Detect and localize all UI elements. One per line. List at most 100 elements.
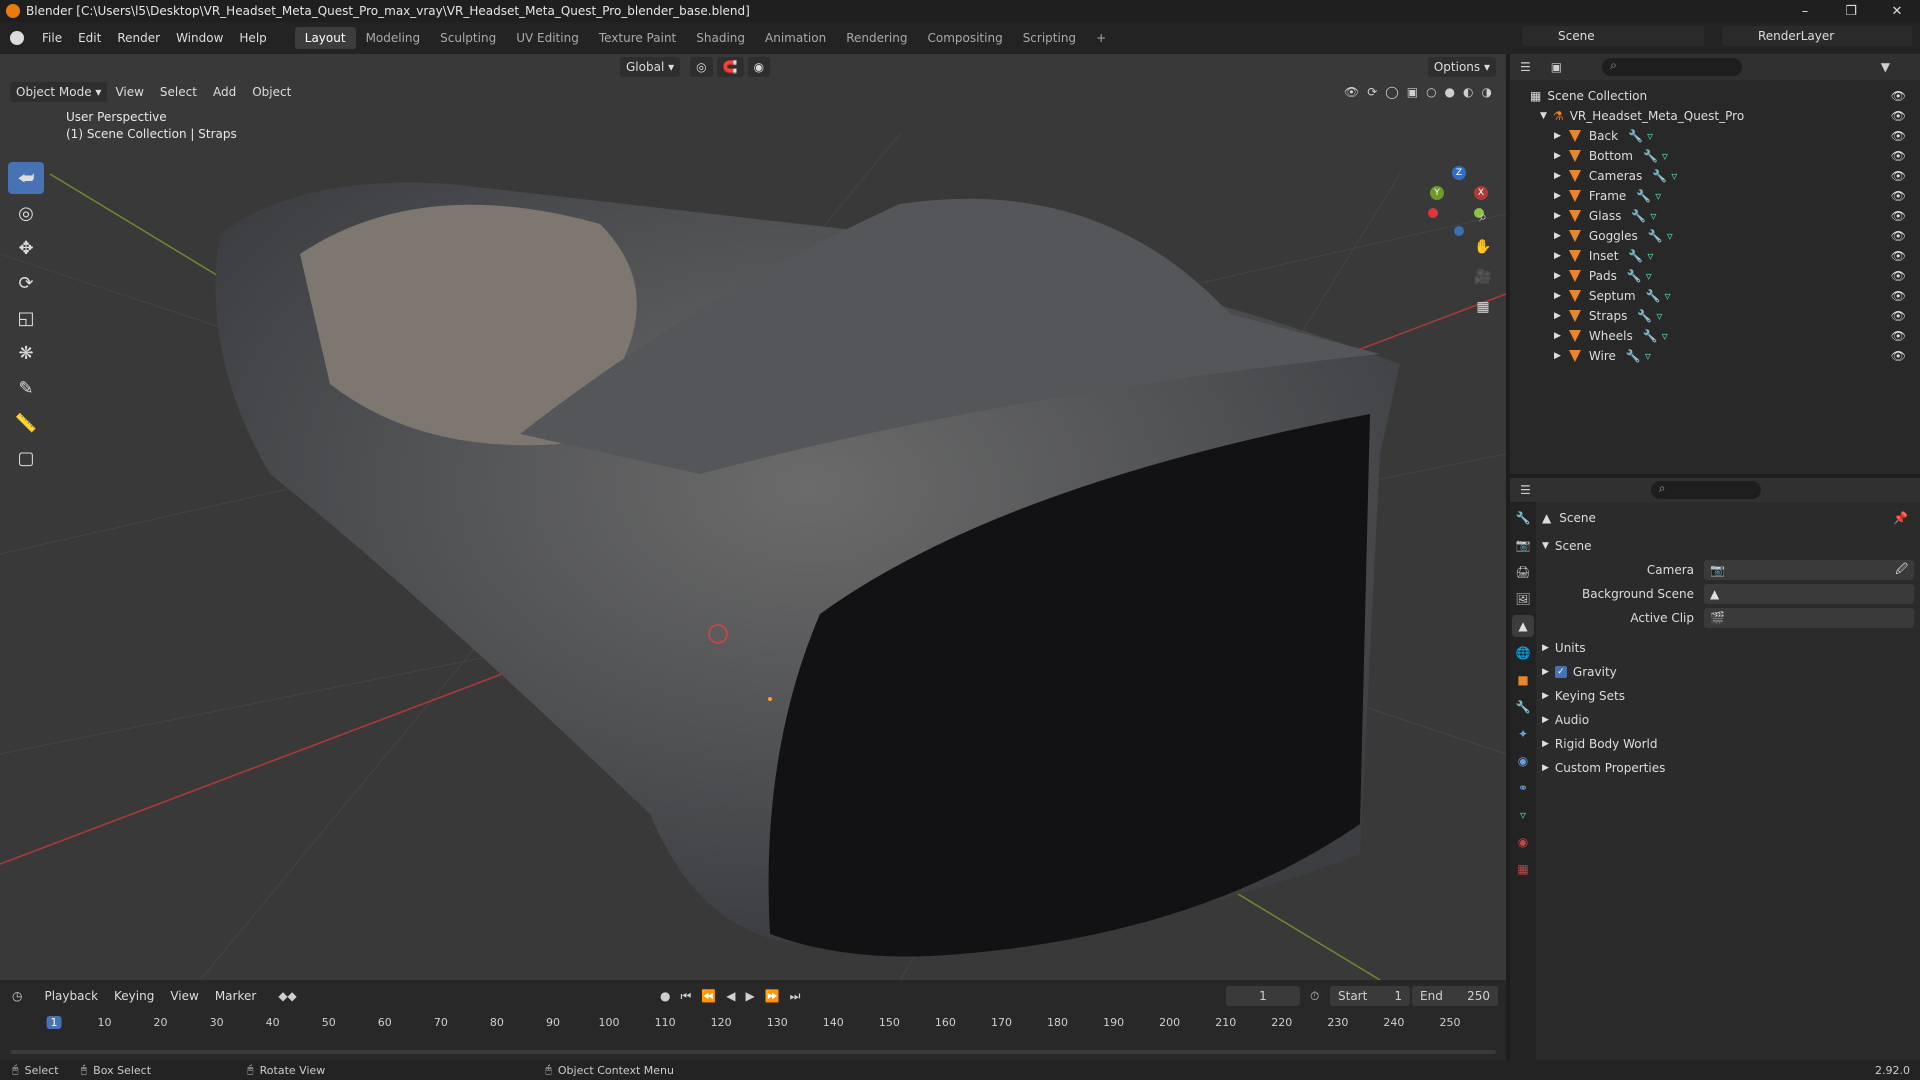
object-tab-icon[interactable]: ■ — [1512, 669, 1534, 691]
properties-editor-type-icon[interactable]: ☰ — [1520, 483, 1531, 497]
tab-scripting[interactable]: Scripting — [1013, 27, 1086, 49]
outliner-object-row[interactable]: ▶ Glass 🔧 ▿ 👁 — [1510, 206, 1920, 226]
background-scene-field[interactable]: ▲ — [1704, 584, 1914, 604]
modifier-icon[interactable]: 🔧 — [1643, 149, 1658, 163]
particles-tab-icon[interactable]: ✦ — [1512, 723, 1534, 745]
viewport-menu-select[interactable]: Select — [152, 85, 205, 99]
mesh-data-icon[interactable]: ▿ — [1671, 169, 1677, 183]
modifier-icon[interactable]: 🔧 — [1626, 349, 1641, 363]
start-frame-field[interactable]: Start 1 — [1330, 986, 1410, 1006]
expand-arrow-icon[interactable]: ▼ — [1540, 111, 1547, 121]
y-axis-gizmo[interactable]: Y — [1430, 186, 1444, 200]
stopwatch-icon[interactable]: ⏱ — [1310, 989, 1319, 1004]
tab-texture-paint[interactable]: Texture Paint — [589, 27, 686, 49]
visibility-eye-icon[interactable]: 👁 — [1891, 229, 1906, 243]
menu-file[interactable]: File — [34, 31, 70, 45]
z-axis-gizmo[interactable]: Z — [1452, 166, 1466, 180]
filter-icon[interactable]: ▼ — [1881, 60, 1890, 74]
mesh-data-icon[interactable]: ▿ — [1665, 289, 1671, 303]
expand-arrow-icon[interactable]: ▶ — [1554, 331, 1561, 341]
viewport-menu-view[interactable]: View — [107, 85, 151, 99]
physics-tab-icon[interactable]: ◉ — [1512, 750, 1534, 772]
pivot-icon[interactable]: ◎ — [690, 57, 713, 77]
timeline-menu-playback[interactable]: Playback — [36, 989, 106, 1003]
data-tab-icon[interactable]: ▿ — [1512, 804, 1534, 826]
transform-tool-icon[interactable]: ❋ — [8, 337, 44, 369]
solid-shading-icon[interactable]: ● — [1445, 85, 1455, 99]
world-tab-icon[interactable]: 🌐 — [1512, 642, 1534, 664]
modifier-icon[interactable]: 🔧 — [1646, 289, 1661, 303]
x-axis-gizmo[interactable]: X — [1474, 186, 1488, 200]
mesh-data-icon[interactable]: ▿ — [1655, 189, 1661, 203]
expand-arrow-icon[interactable]: ▶ — [1554, 251, 1561, 261]
outliner-object-row[interactable]: ▶ Straps 🔧 ▿ 👁 — [1510, 306, 1920, 326]
modifier-icon[interactable]: 🔧 — [1628, 249, 1643, 263]
end-frame-field[interactable]: End 250 — [1412, 986, 1498, 1006]
outliner-search-input[interactable]: ⌕ — [1602, 58, 1743, 76]
current-frame-field[interactable]: 1 — [1226, 986, 1300, 1006]
texture-tab-icon[interactable]: ▦ — [1512, 858, 1534, 880]
editor-type-icon[interactable]: ☰ — [1520, 60, 1531, 74]
outliner-object-row[interactable]: ▶ Frame 🔧 ▿ 👁 — [1510, 186, 1920, 206]
menu-edit[interactable]: Edit — [70, 31, 109, 45]
add-cube-tool-icon[interactable]: ▢ — [8, 442, 44, 474]
visibility-eye-icon[interactable]: 👁 — [1891, 189, 1906, 203]
orientation-dropdown[interactable]: Global ▾ — [620, 57, 681, 77]
mesh-data-icon[interactable]: ▿ — [1646, 269, 1652, 283]
expand-arrow-icon[interactable]: ▶ — [1554, 271, 1561, 281]
perspective-grid-icon[interactable]: ▦ — [1470, 294, 1496, 320]
rotate-tool-icon[interactable]: ⟳ — [8, 267, 44, 299]
close-button[interactable]: ✕ — [1874, 0, 1920, 22]
timeline-menu-view[interactable]: View — [162, 989, 206, 1003]
timeline-menu-keying[interactable]: Keying — [106, 989, 162, 1003]
keyframe-icon[interactable]: ◆◆ — [278, 989, 296, 1003]
outliner-object-row[interactable]: ▶ Wire 🔧 ▿ 👁 — [1510, 346, 1920, 366]
viewport-menu-object[interactable]: Object — [244, 85, 299, 99]
overlay-icon[interactable]: ◯ — [1385, 85, 1398, 99]
expand-arrow-icon[interactable]: ▶ — [1554, 291, 1561, 301]
expand-arrow-icon[interactable]: ▶ — [1554, 131, 1561, 141]
annotate-tool-icon[interactable]: ✎ — [8, 372, 44, 404]
timeline-scrollbar[interactable] — [10, 1050, 1496, 1054]
outliner-object-row[interactable]: ▶ Cameras 🔧 ▿ 👁 — [1510, 166, 1920, 186]
rendered-shading-icon[interactable]: ◑ — [1482, 85, 1492, 99]
view-layer-tab-icon[interactable]: 🖼 — [1512, 588, 1534, 610]
mesh-data-icon[interactable]: ▿ — [1650, 209, 1656, 223]
expand-arrow-icon[interactable]: ▶ — [1554, 231, 1561, 241]
modifier-icon[interactable]: 🔧 — [1652, 169, 1667, 183]
material-shading-icon[interactable]: ◐ — [1463, 85, 1473, 99]
outliner-object-row[interactable]: ▶ Inset 🔧 ▿ 👁 — [1510, 246, 1920, 266]
visibility-eye-icon[interactable]: 👁 — [1891, 169, 1906, 183]
visibility-eye-icon[interactable]: 👁 — [1891, 269, 1906, 283]
measure-tool-icon[interactable]: 📏 — [8, 407, 44, 439]
move-tool-icon[interactable]: ✥ — [8, 232, 44, 264]
jump-end-icon[interactable]: ⏭ — [790, 989, 801, 1004]
play-reverse-icon[interactable]: ◀ — [726, 989, 735, 1004]
modifier-icon[interactable]: 🔧 — [1643, 329, 1658, 343]
record-icon[interactable]: ● — [660, 989, 670, 1004]
visibility-eye-icon[interactable]: 👁 — [1891, 289, 1906, 303]
pan-hand-icon[interactable]: ✋ — [1470, 234, 1496, 260]
neg-x-gizmo[interactable] — [1428, 208, 1438, 218]
tab-sculpting[interactable]: Sculpting — [430, 27, 506, 49]
outliner-object-row[interactable]: ▶ Wheels 🔧 ▿ 👁 — [1510, 326, 1920, 346]
properties-section-header[interactable]: ▶ ✓ Gravity — [1542, 660, 1914, 684]
menu-window[interactable]: Window — [168, 31, 231, 45]
add-workspace-button[interactable]: + — [1086, 27, 1116, 49]
tab-layout[interactable]: Layout — [294, 27, 356, 49]
visibility-eye-icon[interactable]: 👁 — [1891, 129, 1906, 143]
mesh-data-icon[interactable]: ▿ — [1656, 309, 1662, 323]
mesh-data-icon[interactable]: ▿ — [1662, 329, 1668, 343]
mesh-data-icon[interactable]: ▿ — [1667, 229, 1673, 243]
pin-icon[interactable]: 📌 — [1893, 511, 1908, 525]
properties-section-header[interactable]: ▶ Custom Properties — [1542, 756, 1914, 780]
display-mode-icon[interactable]: ▣ — [1551, 60, 1562, 74]
modifier-icon[interactable]: 🔧 — [1648, 229, 1663, 243]
properties-section-header[interactable]: ▶ Keying Sets — [1542, 684, 1914, 708]
expand-arrow-icon[interactable]: ▶ — [1554, 311, 1561, 321]
menu-help[interactable]: Help — [231, 31, 274, 45]
tab-modeling[interactable]: Modeling — [356, 27, 431, 49]
eyedropper-icon[interactable]: 🖉 — [1895, 560, 1908, 581]
visibility-eye-icon[interactable]: 👁 — [1891, 149, 1906, 163]
properties-section-header[interactable]: ▶ Audio — [1542, 708, 1914, 732]
